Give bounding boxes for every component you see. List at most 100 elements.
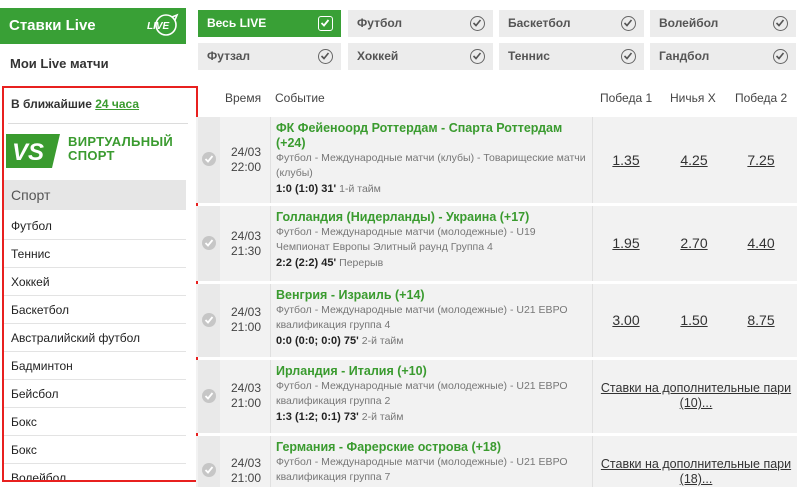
- more-bets-link[interactable]: Ставки на дополнительные пари (10)...: [596, 381, 796, 411]
- sport-item-boxing[interactable]: Бокс: [4, 408, 186, 436]
- match-score-line: 2:2 (2:2) 45' Перерыв: [276, 255, 591, 271]
- virtual-sport-banner[interactable]: VS ВИРТУАЛЬНЫЙ СПОРТ: [4, 132, 184, 172]
- filter-label: Баскетбол: [508, 16, 571, 30]
- match-event: ФК Фейеноорд Роттердам - Спарта Роттерда…: [276, 121, 591, 197]
- live-bets-header[interactable]: Ставки Live LIVE: [0, 8, 186, 44]
- filter-volleyball[interactable]: Волейбол: [650, 10, 796, 37]
- check-circle-icon: [773, 16, 788, 31]
- match-time: 22:00: [230, 160, 262, 174]
- odd-win2[interactable]: 7.25: [731, 152, 791, 168]
- filter-tennis[interactable]: Теннис: [499, 43, 644, 70]
- sport-item-basketball[interactable]: Баскетбол: [4, 296, 186, 324]
- sport-item-baseball[interactable]: Бейсбол: [4, 380, 186, 408]
- nearest-prefix: В ближайшие: [11, 97, 96, 111]
- odd-draw[interactable]: 1.50: [664, 312, 724, 328]
- sport-item-badminton[interactable]: Бадминтон: [4, 352, 186, 380]
- filter-hockey[interactable]: Хоккей: [348, 43, 493, 70]
- filter-futsal[interactable]: Футзал: [198, 43, 341, 70]
- odd-win2[interactable]: 4.40: [731, 235, 791, 251]
- odd-win1[interactable]: 1.35: [596, 152, 656, 168]
- highlighted-sidebar-panel: В ближайшие 24 часа VS ВИРТУАЛЬНЫЙ СПОРТ…: [2, 86, 198, 482]
- col-header-time: Время: [225, 91, 262, 105]
- more-bets-link[interactable]: Ставки на дополнительные пари (18)...: [596, 457, 796, 487]
- filter-all-live[interactable]: Весь LIVE: [198, 10, 341, 37]
- divider: [270, 117, 271, 203]
- odd-draw[interactable]: 4.25: [664, 152, 724, 168]
- check-circle-icon: [621, 16, 636, 31]
- match-time: 21:00: [230, 320, 262, 334]
- table-row[interactable]: 24/03 21:00 Ирландия - Италия (+10) Футб…: [196, 360, 797, 433]
- check-circle-icon: [470, 49, 485, 64]
- sport-item-volleyball[interactable]: Волейбол: [4, 464, 186, 480]
- checkbox-checked-icon: [318, 16, 333, 31]
- left-column: Ставки Live LIVE Мои Live матчи В ближай…: [0, 0, 200, 487]
- divider: [592, 284, 593, 357]
- filter-label: Хоккей: [357, 49, 399, 63]
- nearest-24h-link[interactable]: 24 часа: [95, 97, 139, 111]
- filter-football[interactable]: Футбол: [348, 10, 493, 37]
- virtual-line1: ВИРТУАЛЬНЫЙ: [68, 134, 174, 149]
- match-score-line: 1:0 (1:0) 31' 1-й тайм: [276, 181, 591, 197]
- match-league: Футбол - Международные матчи (клубы) - Т…: [276, 152, 586, 179]
- match-datetime: 24/03 21:00: [222, 305, 270, 335]
- match-time: 21:00: [230, 471, 262, 485]
- live-bets-title: Ставки Live: [9, 17, 96, 34]
- check-circle-icon[interactable]: [202, 236, 216, 250]
- sport-item-football[interactable]: Футбол: [4, 212, 186, 240]
- match-score-line: 0:0 (0:0; 0:0) 75' 2-й тайм: [276, 333, 591, 349]
- table-row[interactable]: 24/03 21:00 Германия - Фарерские острова…: [196, 436, 797, 487]
- match-datetime: 24/03 21:30: [222, 229, 270, 259]
- odd-win1[interactable]: 3.00: [596, 312, 656, 328]
- filter-basketball[interactable]: Баскетбол: [499, 10, 644, 37]
- match-title-link[interactable]: Ирландия - Италия (+10): [276, 364, 591, 379]
- check-circle-icon[interactable]: [202, 389, 216, 403]
- svg-text:VS: VS: [12, 139, 44, 166]
- match-title-link[interactable]: ФК Фейеноорд Роттердам - Спарта Роттерда…: [276, 121, 591, 151]
- check-circle-icon[interactable]: [202, 313, 216, 327]
- filter-label: Гандбол: [659, 49, 710, 63]
- sport-item-hockey[interactable]: Хоккей: [4, 268, 186, 296]
- sport-list: Футбол Теннис Хоккей Баскетбол Австралий…: [4, 212, 186, 480]
- filter-label: Теннис: [508, 49, 550, 63]
- col-header-win2: Победа 2: [735, 91, 788, 105]
- filter-label: Весь LIVE: [207, 16, 267, 30]
- check-circle-icon[interactable]: [202, 463, 216, 477]
- match-datetime: 24/03 22:00: [222, 145, 270, 175]
- match-score: 0:0 (0:0; 0:0) 75': [276, 335, 359, 347]
- odd-draw[interactable]: 2.70: [664, 235, 724, 251]
- check-circle-icon[interactable]: [202, 152, 216, 166]
- match-period: 2-й тайм: [361, 335, 404, 347]
- divider: [592, 206, 593, 281]
- sport-item-tennis[interactable]: Теннис: [4, 240, 186, 268]
- match-title-link[interactable]: Голландия (Нидерланды) - Украина (+17): [276, 210, 591, 225]
- virtual-line2: СПОРТ: [68, 148, 115, 163]
- table-row[interactable]: 24/03 21:30 Голландия (Нидерланды) - Укр…: [196, 206, 797, 281]
- match-league: Футбол - Международные матчи (молодежные…: [276, 456, 568, 483]
- match-date: 24/03: [230, 381, 262, 395]
- odd-win2[interactable]: 8.75: [731, 312, 791, 328]
- filter-label: Футзал: [207, 49, 251, 63]
- divider: [592, 360, 593, 433]
- match-title-link[interactable]: Венгрия - Израиль (+14): [276, 288, 591, 303]
- divider: [592, 117, 593, 203]
- match-period: Перерыв: [339, 257, 384, 269]
- table-row[interactable]: 24/03 22:00 ФК Фейеноорд Роттердам - Спа…: [196, 117, 797, 203]
- my-live-matches-link[interactable]: Мои Live матчи: [10, 56, 109, 71]
- sport-heading: Спорт: [4, 180, 186, 210]
- match-league: Футбол - Международные матчи (молодежные…: [276, 226, 536, 253]
- match-event: Венгрия - Израиль (+14) Футбол - Междуна…: [276, 288, 591, 349]
- match-period: 2-й тайм: [361, 411, 404, 423]
- sport-item-australian-football[interactable]: Австралийский футбол: [4, 324, 186, 352]
- sport-item-boxing-2[interactable]: Бокс: [4, 436, 186, 464]
- match-date: 24/03: [230, 456, 262, 470]
- filter-label: Волейбол: [659, 16, 719, 30]
- match-title-link[interactable]: Германия - Фарерские острова (+18): [276, 440, 591, 455]
- col-header-event: Событие: [275, 91, 325, 105]
- check-circle-icon: [773, 49, 788, 64]
- divider: [270, 284, 271, 357]
- filter-handball[interactable]: Гандбол: [650, 43, 796, 70]
- vs-badge-icon: VS: [6, 134, 60, 168]
- table-row[interactable]: 24/03 21:00 Венгрия - Израиль (+14) Футб…: [196, 284, 797, 357]
- odd-win1[interactable]: 1.95: [596, 235, 656, 251]
- divider: [592, 436, 593, 487]
